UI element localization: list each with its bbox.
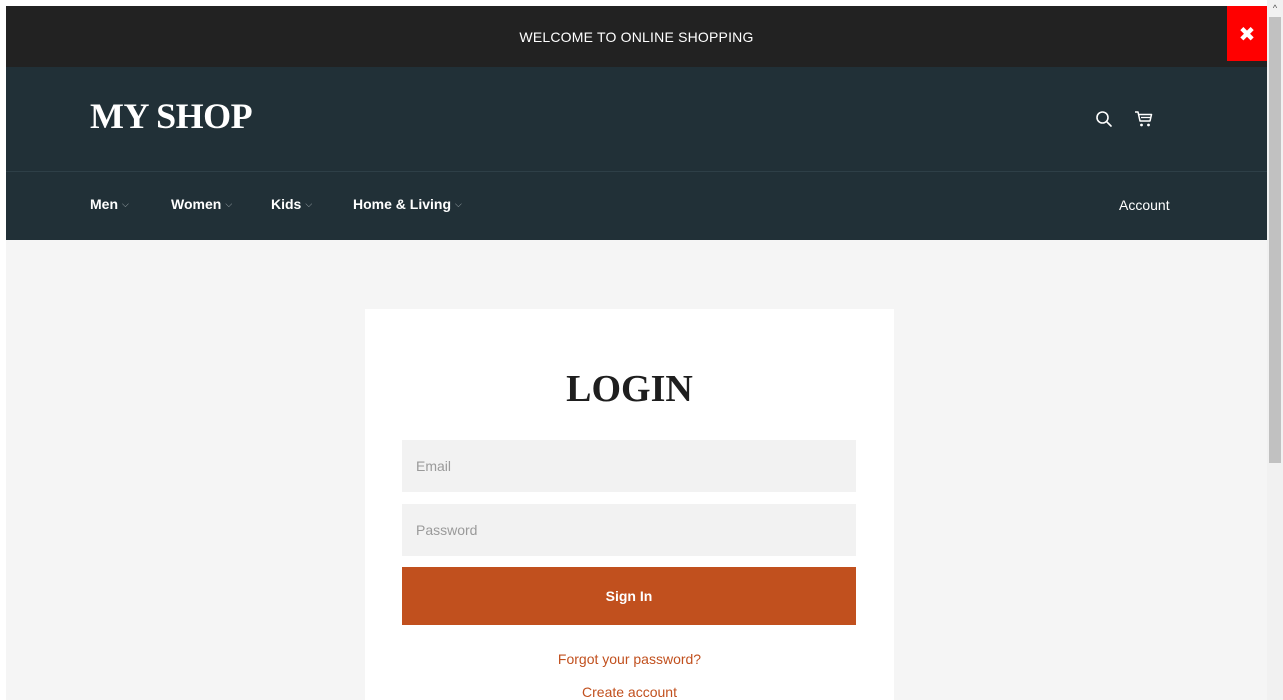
nav-item-label: Men xyxy=(90,196,118,212)
nav-item-label: Women xyxy=(171,196,222,212)
login-card: LOGIN Sign In Forgot your password? Crea… xyxy=(365,309,894,700)
nav-item-label: Kids xyxy=(271,196,302,212)
cart-icon[interactable] xyxy=(1133,108,1155,130)
shop-logo[interactable]: MY SHOP xyxy=(90,95,253,137)
nav-item-label: Home & Living xyxy=(353,196,452,212)
page: WELCOME TO ONLINE SHOPPING ✖ MY SHOP Men… xyxy=(6,6,1267,700)
chevron-down-icon: ⌵ xyxy=(455,198,462,209)
scrollbar-thumb[interactable] xyxy=(1269,17,1281,463)
nav-item-women[interactable]: Women ⌵ xyxy=(171,196,232,212)
sign-in-button[interactable]: Sign In xyxy=(402,567,856,625)
announcement-text: WELCOME TO ONLINE SHOPPING xyxy=(519,28,754,45)
nav-item-kids[interactable]: Kids ⌵ xyxy=(271,196,312,212)
account-link[interactable]: Account xyxy=(1119,197,1170,213)
create-account-link[interactable]: Create account xyxy=(365,684,894,700)
main-nav: Men ⌵ Women ⌵ Kids ⌵ Home & Living ⌵ Acc… xyxy=(6,172,1267,240)
forgot-password-link[interactable]: Forgot your password? xyxy=(365,651,894,667)
announcement-bar: WELCOME TO ONLINE SHOPPING xyxy=(6,6,1267,67)
scroll-up-arrow-icon[interactable]: ^ xyxy=(1267,0,1283,16)
login-title: LOGIN xyxy=(566,368,693,410)
nav-item-men[interactable]: Men ⌵ xyxy=(90,196,129,212)
search-icon[interactable] xyxy=(1093,108,1115,130)
password-field[interactable] xyxy=(402,504,856,556)
email-field[interactable] xyxy=(402,440,856,492)
chevron-down-icon: ⌵ xyxy=(305,198,313,209)
site-header: MY SHOP xyxy=(6,67,1267,172)
chevron-down-icon: ⌵ xyxy=(225,198,233,209)
chevron-down-icon: ⌵ xyxy=(122,198,129,209)
close-icon: ✖ xyxy=(1238,21,1256,46)
page-scrollbar[interactable]: ^ xyxy=(1267,0,1283,700)
nav-item-home-living[interactable]: Home & Living ⌵ xyxy=(353,196,462,212)
close-announcement-button[interactable]: ✖ xyxy=(1227,6,1267,61)
